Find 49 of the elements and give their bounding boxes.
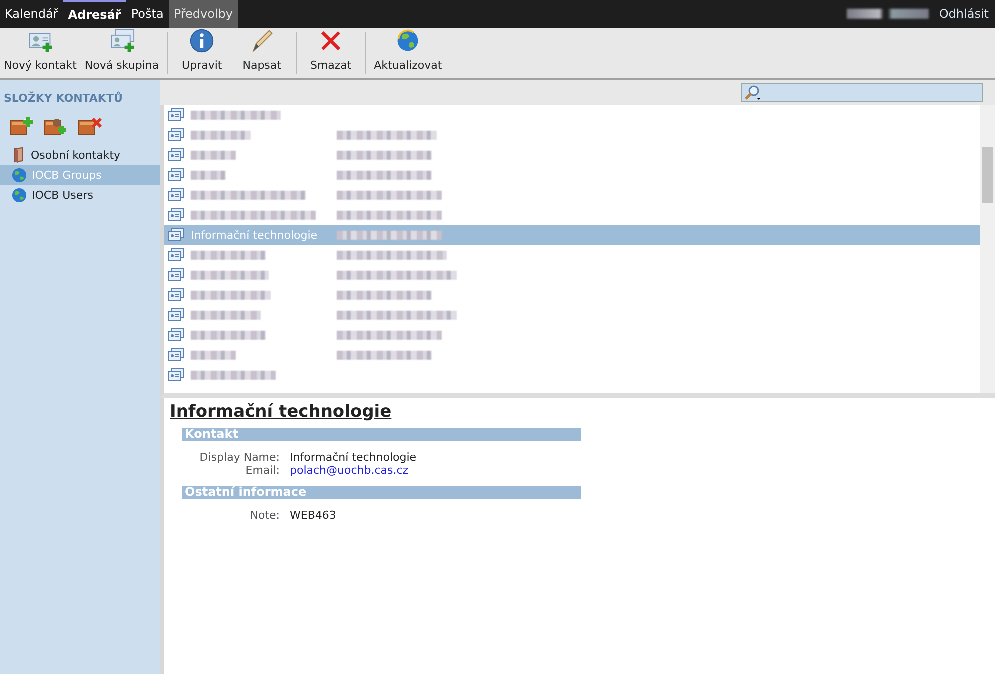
redacted-text <box>191 130 251 140</box>
nav-tab[interactable]: Pošta <box>126 0 169 28</box>
contact-card-icon <box>168 328 185 342</box>
globe-icon <box>12 168 27 182</box>
nav-tab[interactable]: Kalendář <box>0 0 64 28</box>
contact-card-icon <box>168 348 185 362</box>
contact-card-icon <box>168 308 185 322</box>
toolbar-button[interactable]: Smazat <box>301 28 362 78</box>
contact-name: Informační technologie <box>191 228 319 242</box>
contact-card-icon <box>168 128 185 142</box>
contact-card-icon <box>168 228 185 242</box>
toolbar-button[interactable]: Nová skupina <box>80 28 164 78</box>
redacted-text <box>191 310 261 320</box>
contact-card-icon <box>168 208 185 222</box>
toolbar-button[interactable]: Napsat <box>232 28 292 78</box>
redacted-text <box>191 150 236 160</box>
contact-card-icon <box>168 148 185 162</box>
section-heading: Kontakt <box>182 428 581 441</box>
field-value: Informační technologie <box>290 451 417 464</box>
folder-item[interactable]: Osobní kontakty <box>0 145 160 165</box>
search-field[interactable] <box>741 83 983 102</box>
field-value: WEB463 <box>290 509 336 522</box>
folder-item[interactable]: IOCB Users <box>0 185 160 205</box>
section-heading: Ostatní informace <box>182 486 581 499</box>
toolbar-button[interactable]: Aktualizovat <box>370 28 446 78</box>
globe-icon <box>12 188 27 202</box>
contact-card-icon <box>168 168 185 182</box>
nav-tab[interactable]: Předvolby <box>168 0 238 28</box>
info-icon <box>188 28 216 54</box>
toolbar-button[interactable]: Upravit <box>172 28 232 78</box>
field-label: Display Name: <box>198 451 280 464</box>
logout-link[interactable]: Odhlásit <box>939 7 989 21</box>
contact-card-icon <box>168 368 185 382</box>
contact-card-icon <box>168 288 185 302</box>
redacted-text <box>191 350 236 360</box>
redacted-text <box>191 170 226 180</box>
field-label: Email: <box>244 464 280 477</box>
field-label: Note: <box>249 509 280 522</box>
contact-title: Informační technologie <box>170 402 393 422</box>
contact-card-icon <box>168 108 185 122</box>
toolbar-button[interactable]: Nový kontakt <box>0 28 81 78</box>
contact-card-icon <box>168 268 185 282</box>
search-icon <box>744 84 764 100</box>
contact-card-icon <box>168 248 185 262</box>
scrollbar[interactable] <box>980 105 995 393</box>
folders-heading: SLOŽKY KONTAKTŮ <box>3 90 124 107</box>
email-link[interactable]: polach@uochb.cas.cz <box>290 464 409 477</box>
book-icon <box>12 147 26 163</box>
contact-card-icon <box>168 188 185 202</box>
